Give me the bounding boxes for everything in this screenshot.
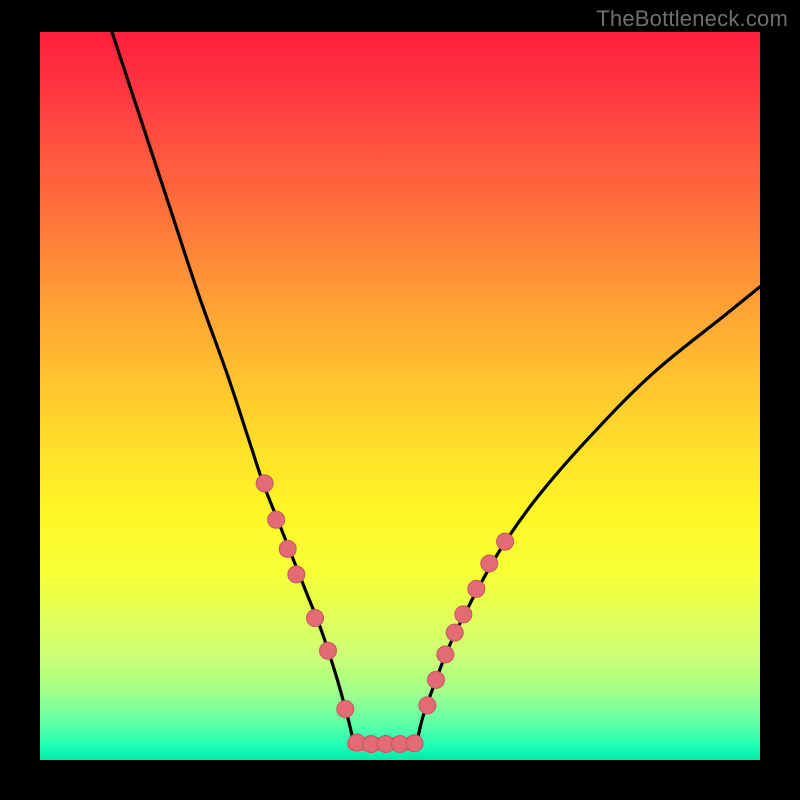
chart-frame: TheBottleneck.com — [0, 0, 800, 800]
right-curve — [417, 287, 760, 744]
plot-area — [40, 32, 760, 760]
marker-dot — [446, 624, 463, 641]
marker-dot — [437, 646, 454, 663]
marker-dot — [497, 533, 514, 550]
marker-dot — [406, 735, 423, 752]
marker-dot — [337, 701, 354, 718]
watermark-text: TheBottleneck.com — [596, 6, 788, 32]
marker-dot — [320, 642, 337, 659]
marker-dot — [268, 511, 285, 528]
chart-svg — [40, 32, 760, 760]
marker-dot — [481, 555, 498, 572]
marker-dot — [288, 566, 305, 583]
marker-dot — [419, 697, 436, 714]
marker-dot — [468, 580, 485, 597]
marker-dot — [279, 540, 296, 557]
marker-dot — [307, 610, 324, 627]
left-curve — [112, 32, 354, 744]
marker-dot — [455, 606, 472, 623]
marker-dot — [256, 475, 273, 492]
marker-dot — [428, 671, 445, 688]
